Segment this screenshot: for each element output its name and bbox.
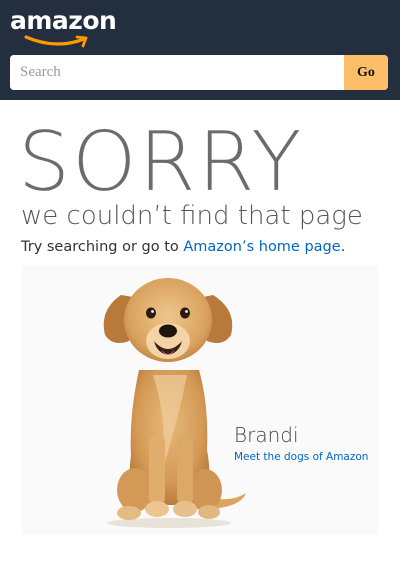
search-bar: Go: [10, 55, 388, 90]
meet-dogs-link[interactable]: Meet the dogs of Amazon: [234, 450, 368, 464]
search-input[interactable]: [10, 55, 344, 90]
site-header: amazon Go: [0, 0, 400, 100]
try-suffix: .: [340, 239, 346, 255]
smile-arrow-icon: [24, 35, 88, 48]
sorry-headline: SORRY: [18, 115, 304, 210]
try-prefix: Try searching or go to: [21, 239, 184, 255]
error-subtitle: we couldn’t find that page: [21, 201, 363, 231]
home-page-link[interactable]: Amazon’s home page: [183, 239, 340, 255]
dog-photo-area: Brandi Meet the dogs of Amazon: [21, 265, 379, 535]
dog-image[interactable]: [91, 275, 251, 530]
logo-wordmark: amazon: [10, 6, 117, 35]
amazon-logo[interactable]: amazon: [10, 6, 120, 48]
try-searching-text: Try searching or go to Amazon’s home pag…: [21, 237, 345, 257]
dog-name: Brandi: [234, 423, 299, 447]
go-button[interactable]: Go: [344, 55, 388, 90]
